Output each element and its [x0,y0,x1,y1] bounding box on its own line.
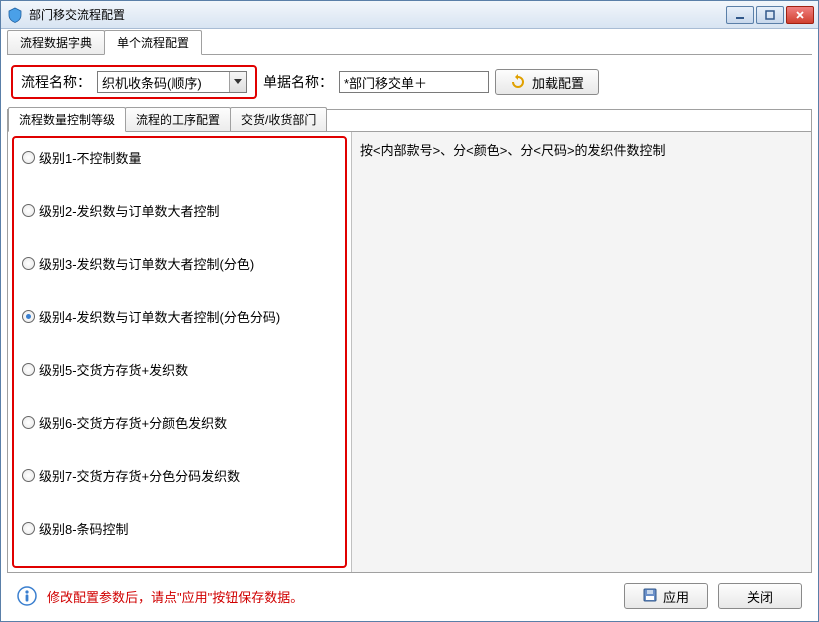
radio-level-3[interactable]: 级别3-发织数与订单数大者控制(分色) [22,254,337,273]
config-row: 流程名称： 织机收条码(顺序) 单据名称： 加载配置 [7,55,812,109]
tab-process-step-config[interactable]: 流程的工序配置 [125,107,231,131]
apply-label: 应用 [663,587,689,606]
titlebar: 部门移交流程配置 [1,1,818,29]
window-title: 部门移交流程配置 [29,6,726,23]
info-icon [17,586,37,606]
load-config-button[interactable]: 加载配置 [495,69,599,95]
close-footer-label: 关闭 [747,587,773,606]
radio-label: 级别8-条码控制 [39,519,129,538]
radio-icon [22,522,35,535]
tab-process-dictionary[interactable]: 流程数据字典 [7,30,105,54]
radio-icon [22,151,35,164]
radio-icon [22,469,35,482]
inner-tabs: 流程数量控制等级 流程的工序配置 交货/收货部门 [8,110,811,132]
radio-options-panel: 级别1-不控制数量 级别2-发织数与订单数大者控制 级别3-发织数与订单数大者控… [12,136,347,568]
radio-label: 级别3-发织数与订单数大者控制(分色) [39,254,254,273]
maximize-button[interactable] [756,6,784,24]
inner-panel: 流程数量控制等级 流程的工序配置 交货/收货部门 级别1-不控制数量 级别2-发… [7,109,812,573]
footer-message: 修改配置参数后，请点"应用"按钮保存数据。 [47,587,614,606]
radio-level-6[interactable]: 级别6-交货方存货+分颜色发织数 [22,413,337,432]
tab-delivery-receiving-dept[interactable]: 交货/收货部门 [230,107,327,131]
radio-icon [22,257,35,270]
load-config-label: 加载配置 [532,73,584,92]
window-controls [726,6,814,24]
radio-label: 级别2-发织数与订单数大者控制 [39,201,220,220]
radio-label: 级别5-交货方存货+发织数 [39,360,188,379]
process-name-label: 流程名称： [21,72,91,92]
radio-icon [22,416,35,429]
apply-button[interactable]: 应用 [624,583,708,609]
content-area: 流程数据字典 单个流程配置 流程名称： 织机收条码(顺序) 单据名称： [1,29,818,621]
chevron-down-icon [229,72,246,92]
radio-icon [22,363,35,376]
radio-label: 级别7-交货方存货+分色分码发织数 [39,466,240,485]
close-footer-button[interactable]: 关闭 [718,583,802,609]
minimize-button[interactable] [726,6,754,24]
app-icon [7,7,23,23]
refresh-icon [510,74,526,90]
radio-label: 级别4-发织数与订单数大者控制(分色分码) [39,307,280,326]
radio-level-1[interactable]: 级别1-不控制数量 [22,148,337,167]
bill-name-label: 单据名称： [263,72,333,92]
save-disk-icon [643,588,657,605]
footer-bar: 修改配置参数后，请点"应用"按钮保存数据。 应用 关闭 [7,573,812,615]
radio-level-5[interactable]: 级别5-交货方存货+发织数 [22,360,337,379]
tab-quantity-control-level[interactable]: 流程数量控制等级 [8,107,126,132]
radio-level-7[interactable]: 级别7-交货方存货+分色分码发织数 [22,466,337,485]
app-window: 部门移交流程配置 流程数据字典 单个流程配置 流程名称： 织机收条码(顺序) [0,0,819,622]
radio-level-8[interactable]: 级别8-条码控制 [22,519,337,538]
radio-level-4[interactable]: 级别4-发织数与订单数大者控制(分色分码) [22,307,337,326]
process-name-value: 织机收条码(顺序) [98,73,229,92]
radio-icon [22,204,35,217]
process-name-highlight: 流程名称： 织机收条码(顺序) [11,65,257,99]
bill-name-input[interactable] [339,71,489,93]
inner-body: 级别1-不控制数量 级别2-发织数与订单数大者控制 级别3-发织数与订单数大者控… [8,132,811,572]
radio-label: 级别6-交货方存货+分颜色发织数 [39,413,227,432]
outer-tabs: 流程数据字典 单个流程配置 [7,33,812,55]
radio-icon [22,310,35,323]
close-button[interactable] [786,6,814,24]
radio-label: 级别1-不控制数量 [39,148,142,167]
tab-single-process-config[interactable]: 单个流程配置 [104,30,202,55]
radio-level-2[interactable]: 级别2-发织数与订单数大者控制 [22,201,337,220]
process-name-combo[interactable]: 织机收条码(顺序) [97,71,247,93]
description-panel: 按<内部款号>、分<颜色>、分<尺码>的发织件数控制 [351,132,811,572]
